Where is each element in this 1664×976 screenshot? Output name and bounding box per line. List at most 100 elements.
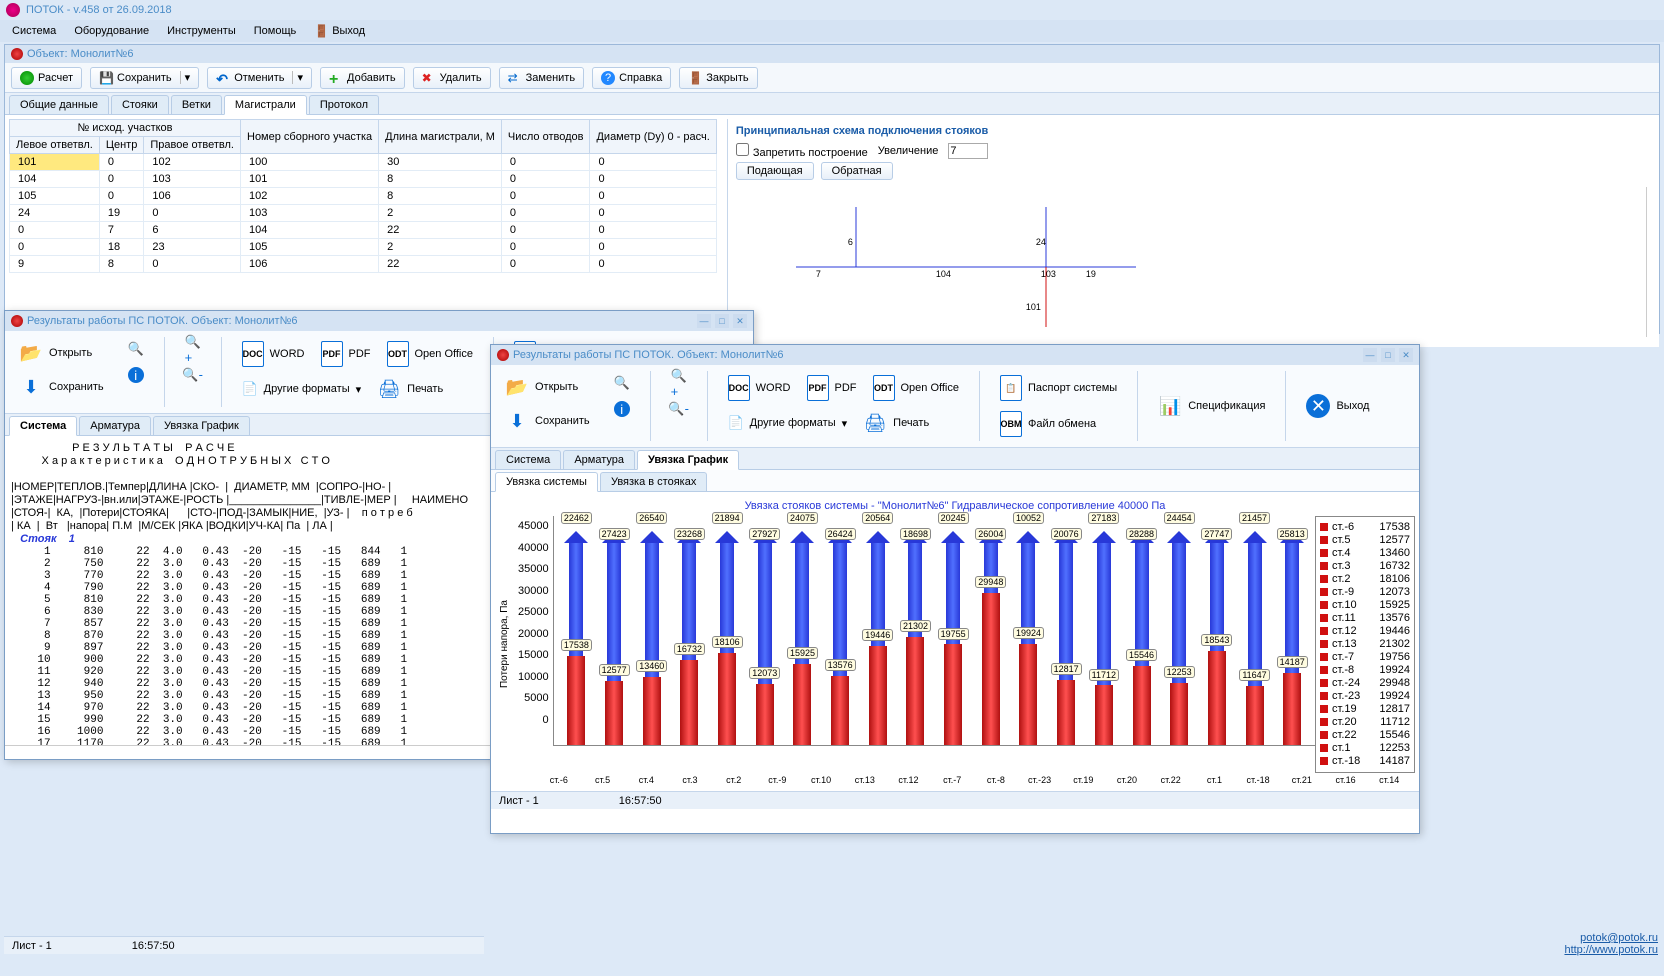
table-row[interactable]: 10101021003000	[10, 154, 717, 171]
print-button[interactable]: 🖨Печать	[369, 373, 451, 405]
max-button[interactable]: □	[1381, 348, 1395, 362]
oo-button[interactable]: ODTOpen Office	[865, 371, 968, 405]
app-titlebar: ПОТОК - v.458 от 26.09.2018	[0, 0, 1664, 20]
close-button[interactable]: ✕	[733, 314, 747, 328]
menu-help[interactable]: Помощь	[246, 23, 305, 39]
subtab-riser-link[interactable]: Увязка в стояках	[600, 472, 707, 491]
zoomin-button[interactable]: 🔍+	[663, 371, 695, 395]
table-row[interactable]: 1050106102800	[10, 188, 717, 205]
close-button[interactable]: ✕	[1399, 348, 1413, 362]
legend-row: ст.1912817	[1320, 703, 1410, 715]
close-button[interactable]: Закрыть	[679, 67, 757, 89]
spec-button[interactable]: 📊Спецификация	[1150, 371, 1273, 441]
oo-button[interactable]: ODTOpen Office	[379, 337, 482, 371]
undo-button[interactable]: Отменить▾	[207, 67, 312, 89]
add-button[interactable]: Добавить	[320, 67, 405, 89]
info-button[interactable]: i	[120, 363, 152, 387]
tab-protocol[interactable]: Протокол	[309, 95, 379, 114]
table-row[interactable]: 9801062200	[10, 256, 717, 273]
bar-column: 1357626424	[821, 516, 859, 745]
open-button[interactable]: 📂Открыть	[497, 371, 598, 403]
chart-area: Увязка стояков системы - "Монолит№6" Гид…	[491, 492, 1419, 791]
legend-row: ст.316732	[1320, 560, 1410, 572]
table-body: 1010102100300010401031018001050106102800…	[10, 154, 717, 273]
replace-icon	[508, 71, 522, 85]
tab-system[interactable]: Система	[495, 450, 561, 469]
tab-mains[interactable]: Магистрали	[224, 95, 307, 115]
site-link[interactable]: http://www.potok.ru	[1564, 944, 1658, 956]
word-button[interactable]: DOCWORD	[720, 371, 799, 405]
mains-table[interactable]: № исход. участков Номер сборного участка…	[9, 119, 717, 273]
table-row[interactable]: 0761042200	[10, 222, 717, 239]
email-link[interactable]: potok@potok.ru	[1564, 932, 1658, 944]
tab-linking[interactable]: Увязка График	[153, 416, 250, 435]
search-button[interactable]: 🔍	[606, 371, 638, 395]
zoomin-button[interactable]: 🔍+	[177, 337, 209, 361]
search-button[interactable]: 🔍	[120, 337, 152, 361]
save-button[interactable]: Сохранить▾	[90, 67, 199, 89]
menu-tools[interactable]: Инструменты	[159, 23, 244, 39]
forbid-checkbox[interactable]: Запретить построение	[736, 143, 868, 159]
open-button[interactable]: 📂Открыть	[11, 337, 112, 369]
replace-button[interactable]: Заменить	[499, 67, 584, 89]
legend-row: ст.-912073	[1320, 586, 1410, 598]
tab-branches[interactable]: Ветки	[171, 95, 222, 114]
exit-button[interactable]: ✕Выход	[1298, 371, 1377, 441]
doc-titlebar: Объект: Монолит№6	[5, 45, 1659, 63]
pipe-diagram: 6 24 7 104 103 19 101	[736, 187, 1647, 337]
zoom-input[interactable]	[948, 143, 988, 159]
pdf-button[interactable]: PDFPDF	[799, 371, 865, 405]
max-button[interactable]: □	[715, 314, 729, 328]
print-button[interactable]: 🖨Печать	[855, 407, 937, 439]
tab-fittings[interactable]: Арматура	[79, 416, 151, 435]
other-button[interactable]: 📄Другие форматы ▾	[720, 407, 855, 439]
tab-linking[interactable]: Увязка График	[637, 450, 739, 470]
zoomout-button[interactable]: 🔍-	[177, 363, 209, 387]
y-axis-label: Потери напора, Па	[495, 516, 514, 773]
menu-equipment[interactable]: Оборудование	[66, 23, 157, 39]
pdf-button[interactable]: PDFPDF	[313, 337, 379, 371]
table-row[interactable]: 01823105200	[10, 239, 717, 256]
min-button[interactable]: —	[697, 314, 711, 328]
legend-row: ст.112253	[1320, 742, 1410, 754]
tab-general[interactable]: Общие данные	[9, 95, 109, 114]
min-button[interactable]: —	[1363, 348, 1377, 362]
result2-titlebar: Результаты работы ПС ПОТОК. Объект: Моно…	[491, 345, 1419, 365]
help-button[interactable]: Справка	[592, 67, 671, 89]
legend-row: ст.2011712	[1320, 716, 1410, 728]
file-button[interactable]: OBMФайл обмена	[992, 407, 1125, 441]
supply-button[interactable]: Подающая	[736, 162, 814, 180]
undo-icon	[216, 71, 230, 85]
y-axis: 4500040000350003000025000200001500010000…	[514, 516, 553, 746]
save-button[interactable]: ⬇Сохранить	[497, 405, 598, 437]
legend-row: ст.-1814187	[1320, 755, 1410, 767]
menu-exit[interactable]: Выход	[306, 22, 373, 40]
bar-column: 1257727423	[595, 516, 633, 745]
zoomout-button[interactable]: 🔍-	[663, 397, 695, 421]
tab-system[interactable]: Система	[9, 416, 77, 436]
menu-system[interactable]: Система	[4, 23, 64, 39]
result-window-2: Результаты работы ПС ПОТОК. Объект: Моно…	[490, 344, 1420, 834]
legend-row: ст.2215546	[1320, 729, 1410, 741]
tab-fittings[interactable]: Арматура	[563, 450, 635, 469]
calc-button[interactable]: Расчет	[11, 67, 82, 89]
result2-subtabs: Увязка системы Увязка в стояках	[491, 470, 1419, 492]
table-row[interactable]: 1040103101800	[10, 171, 717, 188]
save-button[interactable]: ⬇Сохранить	[11, 371, 112, 403]
save-icon	[99, 71, 113, 85]
tab-risers[interactable]: Стояки	[111, 95, 169, 114]
word-button[interactable]: DOCWORD	[234, 337, 313, 371]
bar-column: 1207327927	[746, 516, 784, 745]
return-button[interactable]: Обратная	[821, 162, 893, 180]
table-row[interactable]: 24190103200	[10, 205, 717, 222]
th-group: № исход. участков	[10, 120, 241, 137]
info-button[interactable]: i	[606, 397, 638, 421]
other-button[interactable]: 📄Другие форматы ▾	[234, 373, 369, 405]
delete-button[interactable]: Удалить	[413, 67, 491, 89]
bar-column: 1810621894	[708, 516, 746, 745]
legend-row: ст.512577	[1320, 534, 1410, 546]
check-icon	[20, 71, 34, 85]
subtab-system-link[interactable]: Увязка системы	[495, 472, 598, 492]
passport-button[interactable]: 📋Паспорт системы	[992, 371, 1125, 405]
legend-row: ст.-719756	[1320, 651, 1410, 663]
